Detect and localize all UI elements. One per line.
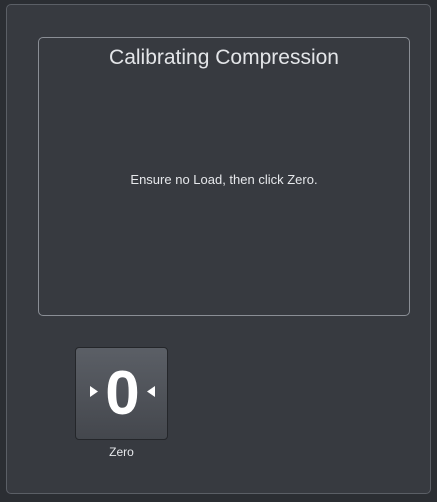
zero-with-inward-arrows-icon: 0 bbox=[90, 359, 155, 428]
zero-button-label: Zero bbox=[109, 445, 134, 459]
left-arrow-icon bbox=[90, 386, 98, 397]
right-arrow-icon bbox=[147, 386, 155, 397]
calibration-window: Calibrating Compression Ensure no Load, … bbox=[6, 4, 431, 494]
calibration-panel: Calibrating Compression Ensure no Load, … bbox=[38, 37, 410, 316]
zero-button[interactable]: 0 bbox=[75, 347, 168, 440]
panel-title: Calibrating Compression bbox=[109, 46, 339, 69]
zero-glyph: 0 bbox=[105, 359, 139, 428]
instruction-message: Ensure no Load, then click Zero. bbox=[130, 172, 318, 187]
